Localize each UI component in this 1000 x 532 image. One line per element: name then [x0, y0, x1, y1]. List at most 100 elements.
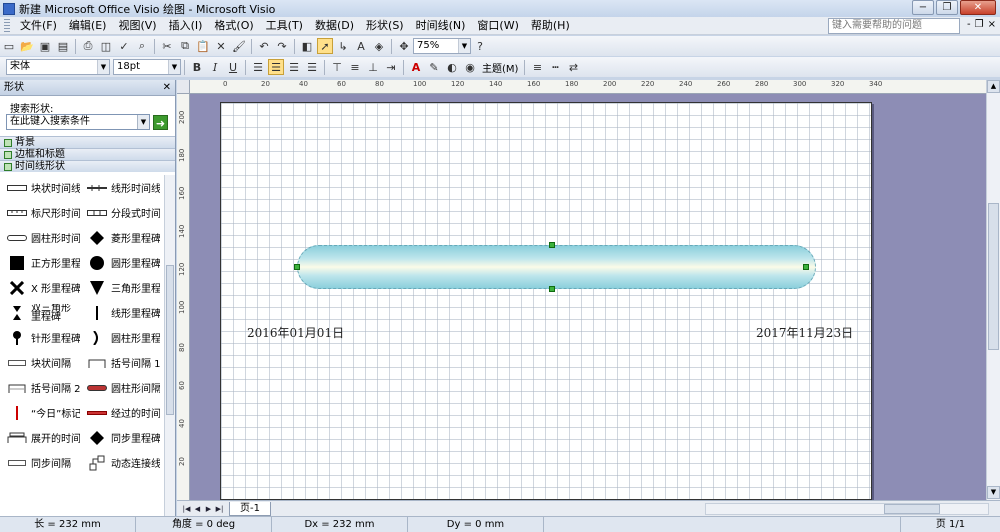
next-page-icon[interactable]: ▶	[203, 503, 214, 515]
ruler-corner[interactable]	[177, 80, 190, 94]
research-icon[interactable]: ⌕	[134, 38, 150, 54]
stencil-tab-borders-titles[interactable]: 边框和标题	[0, 148, 175, 160]
shape-ruler-timeline[interactable]: 标尺形时间线	[0, 205, 80, 220]
drawing-canvas[interactable]: 2016年01月01日 2017年11月23日	[190, 94, 986, 500]
indent-icon[interactable]: ⇥	[383, 59, 399, 75]
shape-pin-milestone[interactable]: 针形里程碑	[0, 330, 80, 345]
spelling-icon[interactable]: ✓	[116, 38, 132, 54]
shape-block-timeline[interactable]: 块状时间线	[0, 180, 80, 195]
maximize-button[interactable]: ❐	[936, 0, 958, 15]
theme-icon[interactable]: ◉	[462, 59, 478, 75]
doc-minimize-button[interactable]: -	[967, 19, 971, 30]
print-icon[interactable]: ⎙	[80, 38, 96, 54]
shape-block-interval[interactable]: 块状间隔	[0, 355, 80, 370]
line-pattern-icon[interactable]: ┅	[547, 59, 563, 75]
vertical-scrollbar-thumb[interactable]	[988, 203, 999, 350]
font-size-dropdown-arrow-icon[interactable]: ▼	[168, 60, 180, 74]
underline-icon[interactable]: U	[225, 59, 241, 75]
horizontal-scrollbar[interactable]	[705, 503, 989, 515]
shapes-scrollbar[interactable]	[164, 175, 175, 516]
line-weight-icon[interactable]: ≡	[529, 59, 545, 75]
timeline-end-date[interactable]: 2017年11月23日	[756, 324, 853, 341]
selection-handle-bottom[interactable]	[549, 286, 555, 292]
text-tool-icon[interactable]: A	[353, 38, 369, 54]
menu-format[interactable]: 格式(O)	[208, 17, 259, 35]
last-page-icon[interactable]: ▶|	[214, 503, 225, 515]
search-dropdown-arrow-icon[interactable]: ▼	[137, 115, 149, 129]
zoom-dropdown-arrow-icon[interactable]: ▼	[458, 39, 470, 53]
timeline-start-date[interactable]: 2016年01月01日	[247, 324, 344, 341]
shape-cylinder-milestone[interactable]: 圆柱形里程碑	[80, 330, 160, 345]
shape-line-milestone[interactable]: 线形里程碑	[80, 305, 160, 320]
selection-handle-right[interactable]	[803, 264, 809, 270]
shape-cylinder-interval[interactable]: 圆柱形间隔	[80, 380, 160, 395]
shape-line-timeline[interactable]: 线形时间线	[80, 180, 160, 195]
shape-sync-milestone[interactable]: 同步里程碑	[80, 430, 160, 445]
cut-icon[interactable]: ✂	[159, 38, 175, 54]
shape-segmented-timeline[interactable]: 分段式时间线	[80, 205, 160, 220]
close-button[interactable]: ✕	[960, 0, 996, 15]
menu-view[interactable]: 视图(V)	[112, 17, 162, 35]
selection-handle-left[interactable]	[294, 264, 300, 270]
minimize-button[interactable]: −	[912, 0, 934, 15]
font-color-icon[interactable]: A	[408, 59, 424, 75]
stencil-tab-timeline-shapes[interactable]: 时间线形状	[0, 160, 175, 172]
first-page-icon[interactable]: |◀	[181, 503, 192, 515]
shape-x-milestone[interactable]: X 形里程碑	[0, 280, 80, 295]
previous-page-icon[interactable]: ◀	[192, 503, 203, 515]
print-preview-icon[interactable]: ◫	[98, 38, 114, 54]
menu-insert[interactable]: 插入(I)	[163, 17, 209, 35]
selection-handle-top[interactable]	[549, 242, 555, 248]
delete-icon[interactable]: ✕	[213, 38, 229, 54]
shape-bracket-interval-1[interactable]: 括号间隔 1	[80, 355, 160, 370]
help-icon[interactable]: ?	[472, 38, 488, 54]
redo-icon[interactable]: ↷	[274, 38, 290, 54]
fill-color-icon[interactable]: ◐	[444, 59, 460, 75]
menu-edit[interactable]: 编辑(E)	[63, 17, 113, 35]
menu-timeline[interactable]: 时间线(N)	[410, 17, 472, 35]
line-ends-icon[interactable]: ⇄	[565, 59, 581, 75]
scroll-up-arrow-icon[interactable]: ▲	[987, 80, 1000, 93]
vertical-scrollbar[interactable]: ▲ ▼	[986, 80, 1000, 500]
align-right-icon[interactable]: ☰	[286, 59, 302, 75]
zoom-select[interactable]: 75% ▼	[413, 38, 471, 54]
shape-double-triangle-milestone[interactable]: 双三角形里程碑	[0, 304, 80, 322]
new-document-icon[interactable]: ▭	[1, 38, 17, 54]
shape-diamond-milestone[interactable]: 菱形里程碑	[80, 230, 160, 245]
help-question-input[interactable]: 键入需要帮助的问题	[828, 18, 960, 34]
theme-label[interactable]: 主题(M)	[479, 60, 521, 75]
italic-icon[interactable]: I	[207, 59, 223, 75]
align-left-icon[interactable]: ☰	[250, 59, 266, 75]
justify-icon[interactable]: ☰	[304, 59, 320, 75]
line-color-icon[interactable]: ✎	[426, 59, 442, 75]
doc-close-button[interactable]: ×	[988, 19, 996, 30]
bold-icon[interactable]: B	[189, 59, 205, 75]
shapes-window-icon[interactable]: ◧	[299, 38, 315, 54]
shape-cylinder-timeline[interactable]: 圆柱形时间线	[0, 230, 80, 245]
undo-icon[interactable]: ↶	[256, 38, 272, 54]
shape-bracket-interval-2[interactable]: 括号间隔 2	[0, 380, 80, 395]
shape-expanded-timeline[interactable]: 展开的时间线	[0, 430, 80, 445]
format-painter-icon[interactable]: 🖌	[231, 38, 247, 54]
align-middle-icon[interactable]: ≡	[347, 59, 363, 75]
align-center-icon[interactable]: ☰	[268, 59, 284, 75]
font-select[interactable]: 宋体 ▼	[6, 59, 110, 75]
shape-elapsed-time[interactable]: 经过的时间	[80, 405, 160, 420]
align-bottom-icon[interactable]: ⊥	[365, 59, 381, 75]
doc-restore-button[interactable]: ❐	[975, 19, 984, 30]
menu-shapes[interactable]: 形状(S)	[360, 17, 410, 35]
menu-help[interactable]: 帮助(H)	[525, 17, 576, 35]
font-dropdown-arrow-icon[interactable]: ▼	[97, 60, 109, 74]
drawing-page[interactable]: 2016年01月01日 2017年11月23日	[220, 102, 872, 500]
shape-circle-milestone[interactable]: 圆形里程碑	[80, 255, 160, 270]
copy-icon[interactable]: ⧉	[177, 38, 193, 54]
shapes-scrollbar-thumb[interactable]	[166, 265, 174, 415]
shape-sync-interval[interactable]: 同步间隔	[0, 455, 80, 470]
paste-icon[interactable]: 📋	[195, 38, 211, 54]
horizontal-scrollbar-thumb[interactable]	[884, 504, 940, 514]
shape-square-milestone[interactable]: 正方形里程碑	[0, 255, 80, 270]
shape-today-marker[interactable]: “今日”标记	[0, 405, 80, 420]
save-icon[interactable]: ▣	[37, 38, 53, 54]
permission-icon[interactable]: ▤	[55, 38, 71, 54]
menu-grip-icon[interactable]	[4, 18, 10, 33]
